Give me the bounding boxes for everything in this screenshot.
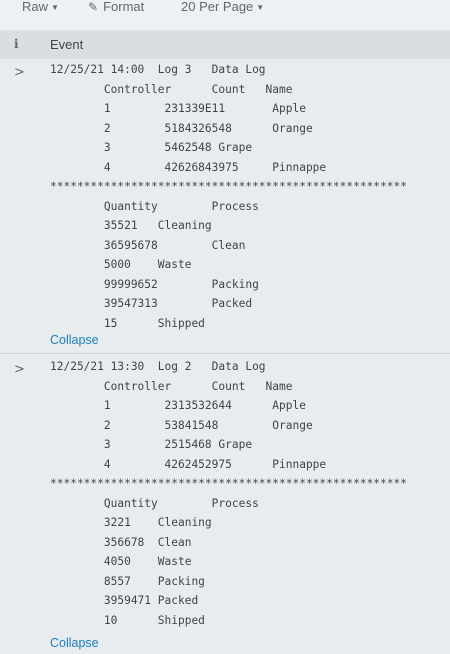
- collapse-link[interactable]: Collapse: [50, 333, 99, 347]
- event-raw-text: 12/25/21 14:00 Log 3 Data Log Controller…: [50, 63, 407, 330]
- caret-down-icon: ▼: [51, 3, 59, 12]
- event-row: > 12/25/21 13:30 Log 2 Data Log Controll…: [0, 354, 450, 654]
- event-raw-text: 12/25/21 13:30 Log 2 Data Log Controller…: [50, 360, 407, 627]
- events-table-header: i Event: [0, 30, 450, 59]
- info-icon[interactable]: i: [14, 37, 19, 51]
- event-row: > 12/25/21 14:00 Log 3 Data Log Controll…: [0, 59, 450, 354]
- per-page-label: 20 Per Page: [181, 0, 254, 14]
- expand-chevron-icon[interactable]: >: [14, 65, 25, 80]
- caret-down-icon: ▼: [256, 3, 265, 12]
- per-page-dropdown[interactable]: 20 Per Page ▼: [181, 0, 264, 16]
- collapse-link[interactable]: Collapse: [50, 636, 99, 650]
- format-button[interactable]: ✎ Format: [88, 0, 144, 16]
- results-toolbar: Raw ▼ ✎ Format 20 Per Page ▼: [0, 0, 450, 30]
- pencil-icon: ✎: [88, 0, 99, 14]
- raw-dropdown[interactable]: Raw ▼: [22, 0, 59, 16]
- format-label: Format: [103, 0, 145, 14]
- event-column-header: Event: [50, 37, 84, 52]
- expand-chevron-icon[interactable]: >: [14, 362, 25, 377]
- raw-label: Raw: [22, 0, 49, 14]
